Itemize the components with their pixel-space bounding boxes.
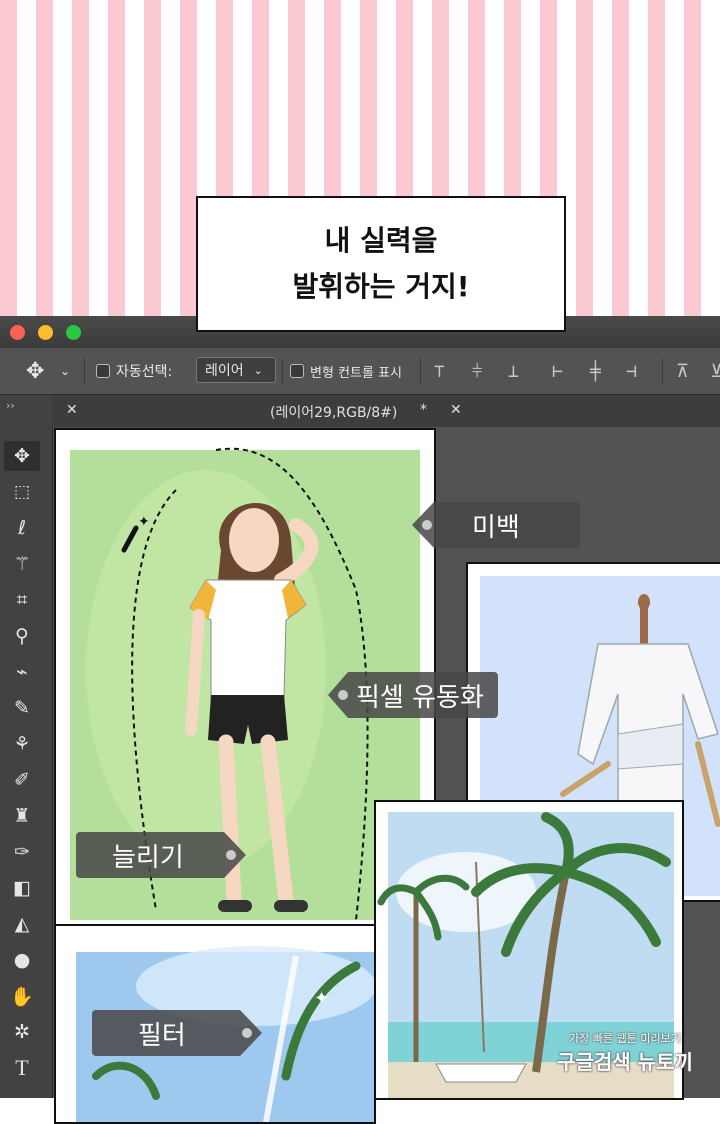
pin-icon	[422, 520, 432, 530]
align-bottom-icon[interactable]: ⊥	[508, 348, 519, 394]
checkbox-icon	[96, 364, 110, 378]
close-window-button[interactable]	[10, 325, 25, 340]
chevron-down-icon: ⌄	[253, 363, 263, 377]
pin-icon	[242, 1028, 252, 1038]
minimize-window-button[interactable]	[38, 325, 53, 340]
zoom-window-button[interactable]	[66, 325, 81, 340]
auto-select-value: 레이어	[205, 363, 244, 379]
stamp-icon[interactable]: ♜	[4, 801, 40, 831]
tools-panel: ›› ✥ ⬚ ℓ ⚚ ⌗ ⚲ ⌁ ✎ ⚘ ✐ ♜ ✑ ◧ ◭ ● ✋ ✲ T	[0, 395, 53, 1098]
chevron-down-icon[interactable]: ⌄	[60, 348, 70, 394]
marquee-tool-icon[interactable]: ⬚	[4, 477, 40, 507]
close-tab-icon[interactable]: ✕	[66, 402, 78, 418]
liquify-label-text: 픽셀 유동화	[356, 682, 484, 713]
divider	[420, 358, 421, 384]
filter-label-text: 필터	[138, 1020, 186, 1051]
speech-line-2: 발휘하는 거지!	[292, 270, 470, 303]
auto-select-label: 자동선택:	[116, 364, 173, 380]
filter-label: 필터	[92, 1010, 262, 1056]
checkbox-icon	[290, 364, 304, 378]
stretch-label-text: 늘리기	[112, 842, 184, 873]
options-bar: ✥ ⌄ 자동선택: 레이어 ⌄ 변형 컨트롤 표시 ⊤ ⫩ ⊥ ⊢ ╪ ⊣ ⊼ ⊻	[0, 348, 720, 395]
divider	[282, 358, 283, 384]
lasso-tool-icon[interactable]: ℓ	[4, 513, 40, 543]
transform-controls-label: 변형 컨트롤 표시	[310, 365, 402, 381]
divider	[84, 358, 85, 384]
document-tab-title[interactable]: (레이어29,RGB/8#)	[270, 402, 397, 422]
align-top-icon[interactable]: ⊤	[434, 348, 445, 394]
collapse-icon[interactable]: ››	[6, 399, 15, 412]
align-horizontal-center-icon[interactable]: ╪	[590, 348, 601, 394]
document-tab-bar: ✕ (레이어29,RGB/8#) * ✕	[52, 395, 720, 427]
whitening-label-text: 미백	[472, 512, 520, 543]
watermark-line-2: 구글검색 뉴토끼	[557, 1050, 693, 1074]
healing-brush-tool-icon[interactable]: ⌁	[4, 657, 40, 687]
transform-controls-checkbox[interactable]: 변형 컨트롤 표시	[290, 348, 402, 394]
svg-text:✦: ✦	[138, 514, 150, 530]
blur-tool-icon[interactable]: ●	[4, 945, 40, 975]
align-vertical-center-icon[interactable]: ⫩	[472, 348, 482, 394]
stretch-label: 늘리기	[76, 832, 246, 878]
align-left-icon[interactable]: ⊢	[552, 348, 563, 394]
distribute-center-icon[interactable]: ⊻	[710, 348, 720, 394]
distribute-top-icon[interactable]: ⊼	[676, 348, 689, 394]
clone-stamp-tool-icon[interactable]: ⚘	[4, 729, 40, 759]
speech-line-1: 내 실력을	[324, 224, 438, 257]
type-tool-icon[interactable]: T	[4, 1053, 40, 1083]
align-right-icon[interactable]: ⊣	[626, 348, 637, 394]
move-tool-icon[interactable]: ✥	[4, 441, 40, 471]
dodge-tool-icon[interactable]: ✋	[4, 981, 40, 1011]
magic-wand-tool-icon[interactable]: ⚚	[4, 549, 40, 579]
pin-icon	[226, 850, 236, 860]
move-icon[interactable]: ✥	[26, 348, 44, 394]
auto-select-checkbox[interactable]: 자동선택:	[96, 348, 172, 394]
svg-text:✦: ✦	[314, 988, 329, 1009]
auto-select-dropdown[interactable]: 레이어 ⌄	[196, 357, 276, 383]
history-brush-tool-icon[interactable]: ✐	[4, 765, 40, 795]
watermark-line-1: 가장 빠른 웹툰 미리보기	[569, 1032, 681, 1045]
whitening-label: 미백	[412, 502, 580, 548]
crop-tool-icon[interactable]: ⌗	[4, 585, 40, 615]
speech-bubble: 내 실력을 발휘하는 거지!	[196, 196, 566, 332]
eraser-tool-icon[interactable]: ◧	[4, 873, 40, 903]
close-document-icon[interactable]: ✕	[450, 402, 462, 418]
pin-icon	[338, 690, 348, 700]
pen-tool-icon[interactable]: ✲	[4, 1017, 40, 1047]
watermark: 가장 빠른 웹툰 미리보기 구글검색 뉴토끼	[540, 1030, 710, 1075]
art-history-brush-icon[interactable]: ✑	[4, 837, 40, 867]
modified-indicator: *	[420, 402, 427, 418]
paint-bucket-tool-icon[interactable]: ◭	[4, 909, 40, 939]
divider	[662, 358, 663, 384]
eyedropper-tool-icon[interactable]: ⚲	[4, 621, 40, 651]
brush-tool-icon[interactable]: ✎	[4, 693, 40, 723]
liquify-label: 픽셀 유동화	[328, 672, 498, 718]
